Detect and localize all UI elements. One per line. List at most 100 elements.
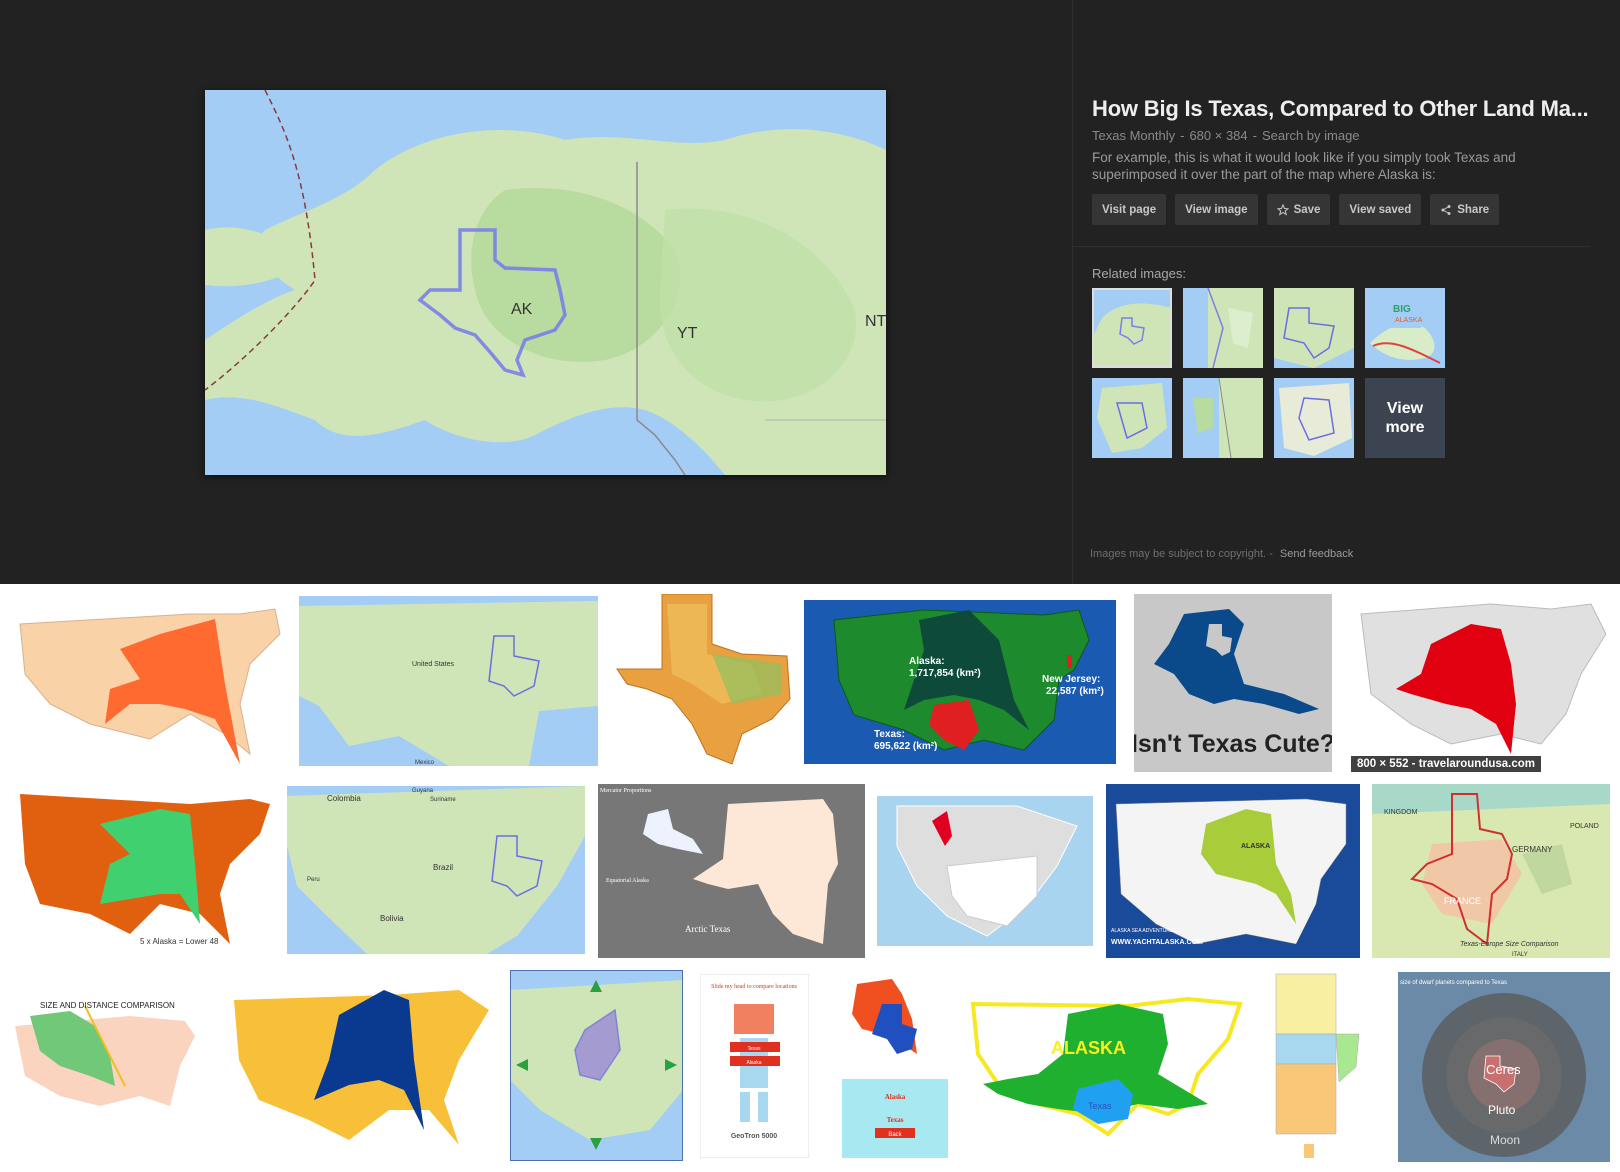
image-dimensions: 680 × 384 [1189, 128, 1248, 143]
share-label: Share [1457, 203, 1490, 216]
result-image[interactable] [612, 594, 792, 770]
result-image[interactable]: Alaska Texas Back [842, 974, 948, 1158]
label-brazil: Brazil [433, 863, 453, 872]
result-image[interactable]: ALASKA Texas [968, 994, 1244, 1146]
result-image[interactable]: Mercator Proportions Equatorial Alaska Arc… [598, 784, 865, 958]
alaska-ratio-caption: 5 x Alaska = Lower 48 [140, 937, 219, 946]
texas-label: Texas: [874, 729, 905, 740]
result-image[interactable] [10, 594, 285, 768]
image-description: For example, this is what it would look … [1092, 150, 1516, 182]
related-thumb[interactable]: BIG ALASKA [1365, 288, 1445, 368]
view-image-label: View image [1185, 203, 1248, 216]
image-viewer: AK YT NT How Big Is Texas, Compared to O… [0, 0, 1620, 584]
visit-page-button[interactable]: Visit page [1092, 194, 1167, 225]
view-more-button[interactable]: View more [1365, 378, 1445, 458]
sea-adventures-label: ALASKA SEA ADVENTURES [1111, 928, 1177, 934]
label-mexico: Mexico [415, 760, 435, 766]
related-thumb[interactable] [1092, 288, 1172, 368]
label-peru: Peru [307, 877, 320, 883]
view-more-line1: View [1386, 400, 1424, 417]
label-bolivia: Bolivia [380, 914, 404, 923]
send-feedback-link[interactable]: Send feedback [1280, 548, 1353, 560]
label-united-states: United States [412, 661, 455, 668]
nj-value: 22,587 (km²) [1046, 686, 1104, 697]
action-buttons: Visit page View image Save View saved Sh… [1092, 194, 1500, 225]
dwarf-planets-caption: size of dwarf planets compared to Texas [1400, 980, 1507, 986]
result-image[interactable]: ALASKA ALASKA SEA ADVENTURES WWW.YACHTALAS… [1106, 784, 1360, 958]
view-saved-button[interactable]: View saved [1339, 194, 1422, 225]
related-thumb[interactable] [1183, 378, 1263, 458]
related-thumb[interactable] [1274, 288, 1354, 368]
result-image[interactable] [1264, 972, 1364, 1160]
preview-image[interactable]: AK YT NT [205, 90, 886, 475]
result-image[interactable] [510, 970, 683, 1161]
cute-caption: Isn't Texas Cute? [1134, 730, 1332, 758]
result-image[interactable]: Isn't Texas Cute? [1134, 594, 1332, 772]
result-image[interactable]: FRANCE GERMANY POLAND KINGDOM Texas-Europe S… [1372, 784, 1610, 958]
image-meta: Texas Monthly -680 × 384- Search by image [1092, 128, 1592, 143]
view-saved-label: View saved [1349, 203, 1412, 216]
label-colombia: Colombia [327, 794, 361, 803]
label-poland: POLAND [1570, 823, 1599, 830]
related-thumb[interactable] [1274, 378, 1354, 458]
share-button[interactable]: Share [1430, 194, 1500, 225]
label-guyana: Guyana [412, 788, 434, 794]
alaska-big-label: ALASKA [1051, 1038, 1126, 1058]
texas-value: 695,622 (km²) [874, 741, 937, 752]
geotron-label: GeoTron 5000 [731, 1133, 777, 1140]
label-kingdom: KINGDOM [1384, 809, 1418, 816]
label-italy: ITALY [1512, 952, 1528, 958]
moon-label: Moon [1490, 1133, 1520, 1147]
result-image[interactable]: 800 × 552 - travelaroundusa.com [1351, 594, 1610, 772]
pluto-label: Pluto [1488, 1103, 1516, 1117]
related-images-grid: BIG ALASKA View more [1092, 288, 1445, 458]
related-thumb[interactable] [1092, 378, 1172, 458]
result-image[interactable]: Alaska: 1,717,854 (km²) New Jersey: 22,587 … [804, 600, 1116, 764]
section-divider [1072, 246, 1590, 247]
image-title[interactable]: How Big Is Texas, Compared to Other Land… [1092, 96, 1592, 122]
result-image[interactable]: United States Mexico [299, 596, 598, 766]
yacht-alaska-url: WWW.YACHTALASKA.COM [1111, 939, 1203, 946]
meta-separator: - [1252, 128, 1257, 143]
share-icon [1440, 204, 1452, 216]
map-label-yt: YT [677, 325, 698, 342]
robot-texas-button: Texas [747, 1046, 761, 1052]
search-by-image-link[interactable]: Search by image [1262, 128, 1360, 143]
result-image[interactable]: 5 x Alaska = Lower 48 [10, 784, 275, 958]
save-button[interactable]: Save [1266, 194, 1331, 225]
label-germany: GERMANY [1512, 845, 1553, 854]
result-image[interactable] [877, 796, 1093, 946]
result-image[interactable]: Colombia Brazil Bolivia Suriname Guyana Peru [287, 786, 585, 954]
comparison-title: SIZE AND DISTANCE COMPARISON [40, 1001, 175, 1010]
texas-text: Texas [887, 1116, 904, 1124]
source-link[interactable]: Texas Monthly [1092, 128, 1175, 143]
star-icon [1276, 203, 1289, 216]
svg-text:BIG: BIG [1393, 304, 1411, 315]
image-size-label: 800 × 552 - travelaroundusa.com [1351, 756, 1542, 772]
result-image[interactable]: size of dwarf planets compared to Texas C… [1398, 972, 1610, 1162]
result-image[interactable]: SIZE AND DISTANCE COMPARISON [10, 996, 200, 1116]
back-button-label: Back [888, 1132, 902, 1138]
mercator-label: Mercator Proportions [600, 788, 652, 794]
result-image[interactable]: Slide my head to compare locations Texas A… [700, 974, 809, 1158]
map-label-nt: NT [865, 313, 886, 330]
robot-instruction: Slide my head to compare locations [711, 984, 797, 990]
copyright-notice: Images may be subject to copyright. [1090, 548, 1267, 560]
equatorial-alaska-label: Equatorial Alaska [606, 878, 649, 884]
arctic-texas-label: Arctic Texas [685, 924, 731, 934]
view-image-button[interactable]: View image [1175, 194, 1258, 225]
alaska-value: 1,717,854 (km²) [909, 668, 981, 679]
related-thumb[interactable] [1183, 288, 1263, 368]
label-france: FRANCE [1444, 896, 1481, 906]
robot-alaska-button: Alaska [746, 1060, 761, 1066]
map-label-ak: AK [511, 301, 533, 318]
svg-text:ALASKA: ALASKA [1395, 317, 1423, 324]
related-images-label: Related images: [1092, 266, 1186, 281]
nj-label: New Jersey: [1042, 674, 1100, 685]
texas-small-label: Texas [1088, 1101, 1112, 1111]
alaska-map-label: ALASKA [1241, 843, 1270, 850]
view-more-line2: more [1385, 419, 1425, 436]
meta-separator: - [1180, 128, 1185, 143]
result-image[interactable] [229, 980, 497, 1150]
label-suriname: Suriname [430, 797, 456, 803]
